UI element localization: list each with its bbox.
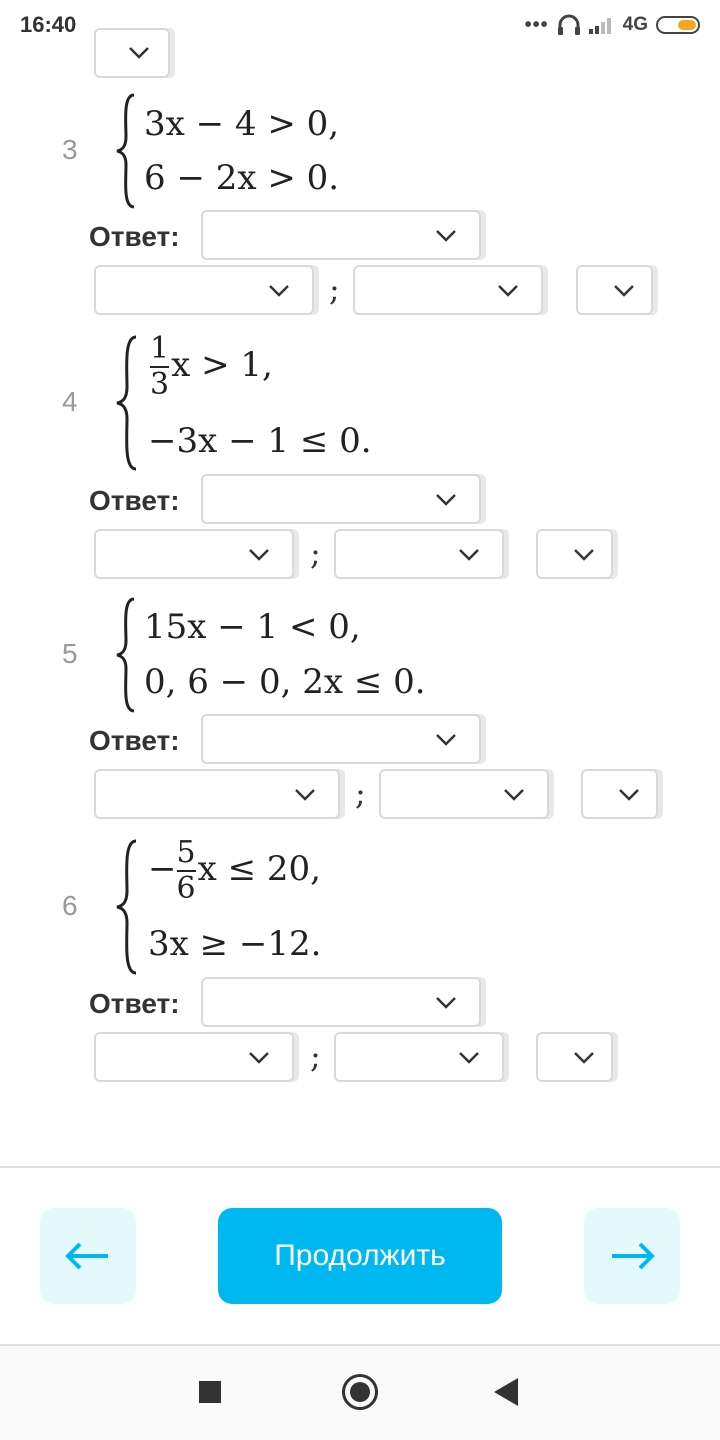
problem-number: 6	[62, 890, 78, 921]
interval-separator: ;	[310, 534, 321, 572]
headphones-icon	[557, 14, 581, 36]
equation-line: 3x − 4 > 0,	[144, 104, 340, 144]
bracket-select[interactable]	[581, 769, 658, 819]
answer-select[interactable]	[201, 210, 481, 260]
answer-label: Ответ:	[89, 725, 180, 756]
bracket-select[interactable]	[576, 265, 653, 315]
back-triangle-icon[interactable]	[494, 1378, 518, 1406]
interval-separator: ;	[355, 774, 366, 812]
problem-number: 3	[62, 134, 78, 165]
problem-number: 5	[62, 638, 78, 669]
network-type: 4G	[622, 14, 648, 35]
chevron-down-icon	[504, 789, 524, 801]
equation-line: 15x − 1 < 0,	[144, 607, 361, 647]
answer-select[interactable]	[201, 474, 481, 524]
status-time: 16:40	[20, 12, 77, 37]
chevron-down-icon	[619, 789, 639, 801]
chevron-down-icon	[436, 734, 456, 746]
interval-start-select[interactable]	[94, 265, 314, 315]
bracket-select[interactable]	[536, 1032, 613, 1082]
chevron-down-icon	[459, 1052, 479, 1064]
answer-label: Ответ:	[89, 485, 180, 516]
signal-icon	[588, 16, 615, 34]
answer-label: Ответ:	[89, 988, 180, 1019]
brace-icon	[116, 597, 135, 713]
chevron-down-icon	[295, 789, 315, 801]
footer-divider	[0, 1166, 720, 1168]
brace-icon	[116, 93, 135, 209]
equation-line: 13x > 1,	[150, 331, 273, 402]
chevron-down-icon	[249, 549, 269, 561]
interval-end-select[interactable]	[334, 529, 504, 579]
dots-icon: •••	[524, 14, 549, 36]
next-button[interactable]	[584, 1208, 680, 1304]
arrow-left-icon	[65, 1242, 108, 1270]
problem-number: 4	[62, 386, 78, 417]
equation-line: 0, 6 − 0, 2x ≤ 0.	[144, 662, 426, 702]
interval-end-select[interactable]	[379, 769, 549, 819]
fraction: 13	[150, 331, 170, 402]
chevron-down-icon	[436, 230, 456, 242]
chevron-down-icon	[498, 285, 518, 297]
chevron-down-icon	[249, 1052, 269, 1064]
interval-separator: ;	[310, 1037, 321, 1075]
arrow-right-icon	[612, 1242, 655, 1270]
chevron-down-icon	[574, 549, 594, 561]
chevron-down-icon	[436, 494, 456, 506]
chevron-down-icon	[574, 1052, 594, 1064]
interval-separator: ;	[329, 270, 340, 308]
continue-button[interactable]: Продолжить	[218, 1208, 502, 1304]
chevron-down-icon	[614, 285, 634, 297]
chevron-down-icon	[129, 47, 149, 59]
bracket-select[interactable]	[536, 529, 613, 579]
brace-icon	[116, 335, 137, 471]
equation-line: −3x − 1 ≤ 0.	[148, 421, 372, 461]
chevron-down-icon	[269, 285, 289, 297]
equation-line: 3x ≥ −12.	[148, 924, 322, 964]
interval-start-select[interactable]	[94, 529, 294, 579]
home-icon[interactable]	[342, 1374, 378, 1410]
interval-start-select[interactable]	[94, 769, 340, 819]
chevron-down-icon	[459, 549, 479, 561]
answer-label: Ответ:	[89, 221, 180, 252]
brace-icon	[116, 839, 137, 975]
equation-line: 6 − 2x > 0.	[144, 158, 340, 198]
interval-end-select[interactable]	[334, 1032, 504, 1082]
battery-icon	[656, 16, 700, 34]
chevron-down-icon	[436, 997, 456, 1009]
recents-icon[interactable]	[199, 1381, 221, 1403]
fraction: 56	[176, 835, 196, 906]
answer-select[interactable]	[94, 28, 170, 78]
back-button[interactable]	[40, 1208, 136, 1304]
interval-start-select[interactable]	[94, 1032, 294, 1082]
equation-line: −5 6 x ≤ 20,	[148, 835, 321, 906]
answer-select[interactable]	[201, 977, 481, 1027]
answer-select[interactable]	[201, 714, 481, 764]
interval-end-select[interactable]	[353, 265, 543, 315]
